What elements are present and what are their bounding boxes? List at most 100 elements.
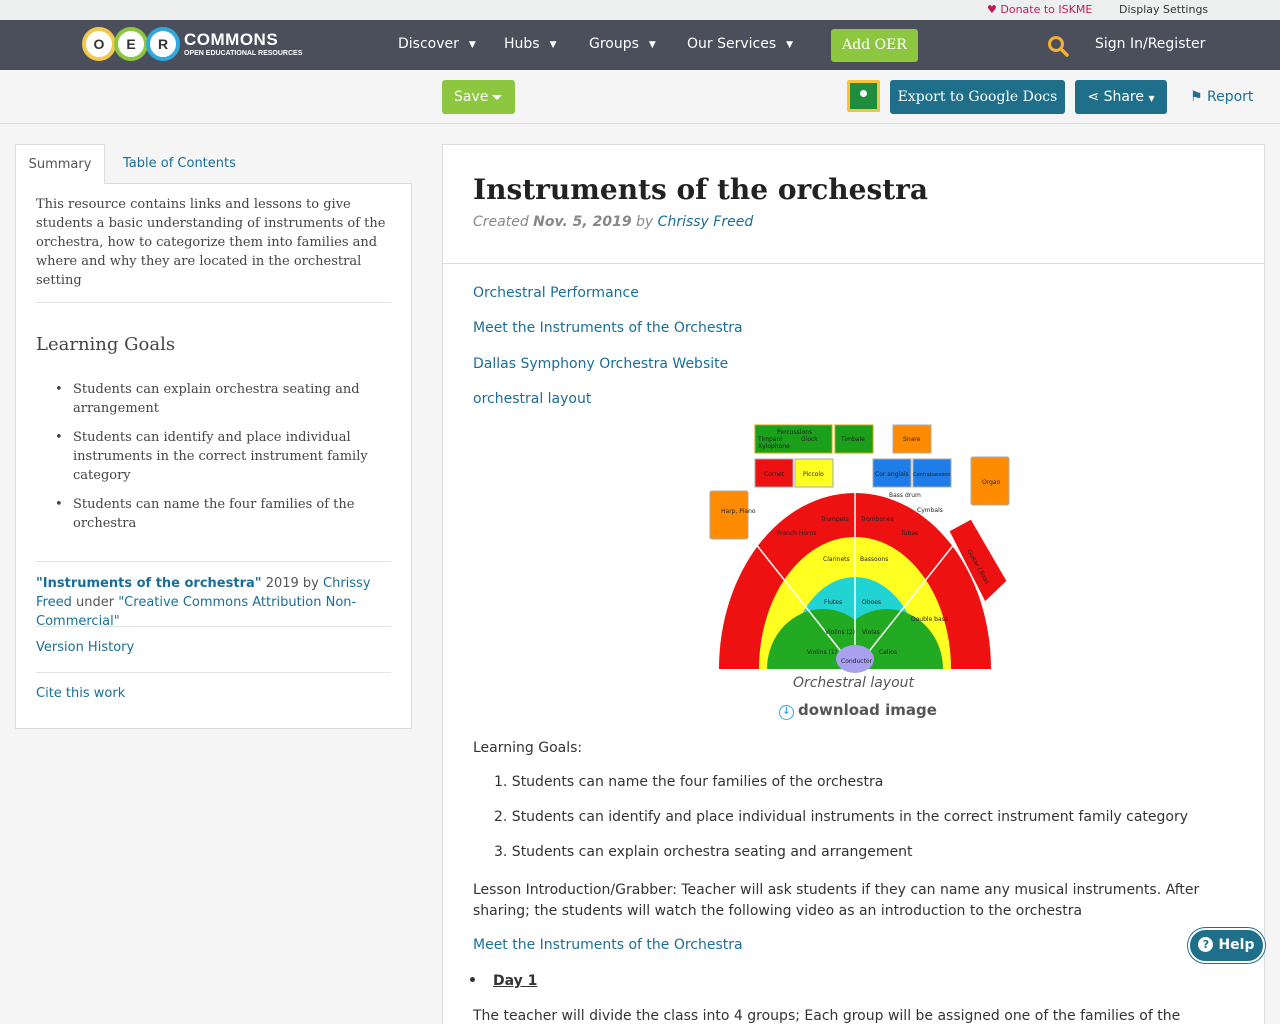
created-meta: Created Nov. 5, 2019 by Chrissy Freed bbox=[473, 214, 754, 230]
divider bbox=[36, 626, 391, 627]
help-button[interactable]: ? Help bbox=[1188, 928, 1265, 963]
nav-groups[interactable]: Groups ▼ bbox=[589, 36, 656, 52]
orchestral-layout-image: Percussions Timpani Xylophone Glock Timb… bbox=[709, 424, 1010, 673]
diagram-label: Conductor bbox=[841, 658, 873, 665]
logo-text: COMMONS OPEN EDUCATIONAL RESOURCES bbox=[184, 31, 302, 57]
sign-in-register-link[interactable]: Sign In/Register bbox=[1095, 36, 1205, 52]
diagram-label: Double bass bbox=[911, 616, 948, 623]
download-image-link[interactable]: ↓ download image bbox=[779, 701, 937, 720]
diagram-label: Clarinets bbox=[823, 556, 850, 563]
resource-toolbar: Save Export to Google Docs ⋖ Share ▼ ⚑ R… bbox=[0, 70, 1280, 124]
diagram-label: Violins (1) bbox=[807, 649, 837, 656]
diagram-label: Cellos bbox=[879, 649, 897, 656]
search-icon[interactable] bbox=[1047, 35, 1069, 57]
share-icon: ⋖ bbox=[1087, 89, 1100, 105]
list-item: Students can explain orchestra seating a… bbox=[55, 380, 391, 418]
summary-panel: This resource contains links and lessons… bbox=[15, 183, 412, 729]
diagram-label: French Horns bbox=[777, 530, 816, 537]
diagram-label: Bassoons bbox=[860, 556, 888, 563]
version-history-link[interactable]: Version History bbox=[36, 640, 391, 655]
divider bbox=[443, 263, 1264, 264]
cite-this-work-link[interactable]: Cite this work bbox=[36, 686, 391, 701]
flag-icon: ⚑ bbox=[1190, 89, 1203, 105]
learning-goals-heading: Learning Goals bbox=[36, 334, 176, 355]
diagram-label: Trumpets bbox=[820, 516, 849, 523]
divider bbox=[36, 561, 391, 562]
logo-letter-e: E bbox=[114, 27, 148, 61]
diagram-label: Contrabassoon bbox=[913, 472, 951, 478]
link-meet-instruments-video[interactable]: Meet the Instruments of the Orchestra bbox=[473, 937, 743, 953]
license-resource-title[interactable]: "Instruments of the orchestra" bbox=[36, 576, 262, 591]
resource-description: This resource contains links and lessons… bbox=[36, 197, 386, 288]
link-orchestral-performance[interactable]: Orchestral Performance bbox=[473, 285, 639, 301]
logo-letter-r: R bbox=[146, 27, 180, 61]
harp-piano-box bbox=[709, 490, 749, 540]
diagram-label: Xylophone bbox=[758, 443, 790, 450]
nav-hubs[interactable]: Hubs ▼ bbox=[504, 36, 557, 52]
display-settings-link[interactable]: Display Settings bbox=[1119, 3, 1208, 16]
diagram-label: Organ bbox=[982, 479, 1001, 486]
link-meet-instruments[interactable]: Meet the Instruments of the Orchestra bbox=[473, 320, 743, 336]
diagram-label: Timbale bbox=[840, 436, 865, 443]
diagram-label: Cornet bbox=[764, 471, 785, 478]
chevron-down-icon: ▼ bbox=[648, 40, 656, 50]
diagram-label: Bass drum bbox=[889, 492, 921, 499]
day1-text: The teacher will divide the class into 4… bbox=[473, 1008, 1181, 1024]
diagram-label: Oboes bbox=[862, 599, 881, 606]
main-navbar: O E R COMMONS OPEN EDUCATIONAL RESOURCES… bbox=[0, 20, 1280, 70]
utility-bar: ♥ Donate to ISKME Display Settings bbox=[0, 0, 1280, 20]
diagram-label: Tubas bbox=[900, 530, 918, 537]
export-google-docs-button[interactable]: Export to Google Docs bbox=[890, 80, 1065, 114]
diagram-label: Timpani bbox=[757, 436, 782, 443]
diagram-label: Snare bbox=[903, 436, 921, 443]
logo-subtitle: OPEN EDUCATIONAL RESOURCES bbox=[184, 50, 303, 57]
save-button[interactable]: Save bbox=[442, 80, 515, 114]
add-oer-button[interactable]: Add OER bbox=[831, 29, 918, 62]
download-icon: ↓ bbox=[779, 705, 794, 720]
divider bbox=[36, 302, 391, 303]
diagram-label: Violins (2) bbox=[825, 629, 855, 636]
logo-letter-o: O bbox=[82, 27, 116, 61]
diagram-label: Harp, Piano bbox=[721, 508, 756, 515]
tab-table-of-contents[interactable]: Table of Contents bbox=[123, 156, 236, 171]
list-item: Students can identify and place individu… bbox=[55, 428, 391, 485]
oer-commons-logo[interactable]: O E R COMMONS OPEN EDUCATIONAL RESOURCES bbox=[82, 26, 302, 62]
diagram-label: Glock bbox=[801, 436, 818, 443]
heart-icon: ♥ bbox=[987, 3, 997, 16]
caret-down-icon: ▼ bbox=[1148, 94, 1155, 103]
diagram-label: Flutes bbox=[824, 599, 842, 606]
share-button[interactable]: ⋖ Share ▼ bbox=[1075, 80, 1167, 114]
author-link[interactable]: Chrissy Freed bbox=[658, 214, 754, 230]
diagram-label: Cymbals bbox=[917, 507, 943, 514]
diagram-label: Piccolo bbox=[803, 471, 824, 478]
resource-content: Instruments of the orchestra Created Nov… bbox=[442, 144, 1265, 1024]
google-classroom-icon[interactable] bbox=[847, 80, 880, 112]
chevron-down-icon: ▼ bbox=[468, 40, 476, 50]
diagram-label: Violas bbox=[862, 629, 880, 636]
learning-goals-list: Students can explain orchestra seating a… bbox=[36, 380, 391, 543]
link-dallas-symphony[interactable]: Dallas Symphony Orchestra Website bbox=[473, 356, 728, 372]
chevron-down-icon: ▼ bbox=[786, 40, 794, 50]
image-caption: Orchestral layout bbox=[792, 675, 915, 691]
tab-summary[interactable]: Summary bbox=[15, 144, 105, 184]
created-date: Nov. 5, 2019 bbox=[533, 214, 632, 230]
list-item: 1. Students can name the four families o… bbox=[494, 774, 884, 790]
diagram-label: Percussions bbox=[777, 429, 812, 436]
list-item: 3. Students can explain orchestra seatin… bbox=[494, 844, 913, 860]
caret-down-icon bbox=[492, 95, 502, 100]
list-item: 2. Students can identify and place indiv… bbox=[494, 809, 1189, 825]
chevron-down-icon: ▼ bbox=[549, 40, 557, 50]
list-item: Students can name the four families of t… bbox=[55, 495, 391, 533]
nav-our-services[interactable]: Our Services ▼ bbox=[687, 36, 793, 52]
nav-discover[interactable]: Discover ▼ bbox=[398, 36, 476, 52]
report-link[interactable]: ⚑ Report bbox=[1190, 89, 1253, 105]
day1-heading: • Day 1 bbox=[468, 973, 538, 989]
diagram-label: Trombones bbox=[860, 516, 894, 523]
question-icon: ? bbox=[1198, 937, 1214, 952]
donate-link[interactable]: ♥ Donate to ISKME bbox=[987, 3, 1092, 16]
lesson-intro: Lesson Introduction/Grabber: Teacher wil… bbox=[473, 882, 1200, 919]
link-orchestral-layout[interactable]: orchestral layout bbox=[473, 391, 591, 407]
diagram-label: Cor anglais bbox=[875, 471, 909, 478]
license-attribution: "Instruments of the orchestra" 2019 by C… bbox=[36, 576, 371, 629]
divider bbox=[36, 672, 391, 673]
